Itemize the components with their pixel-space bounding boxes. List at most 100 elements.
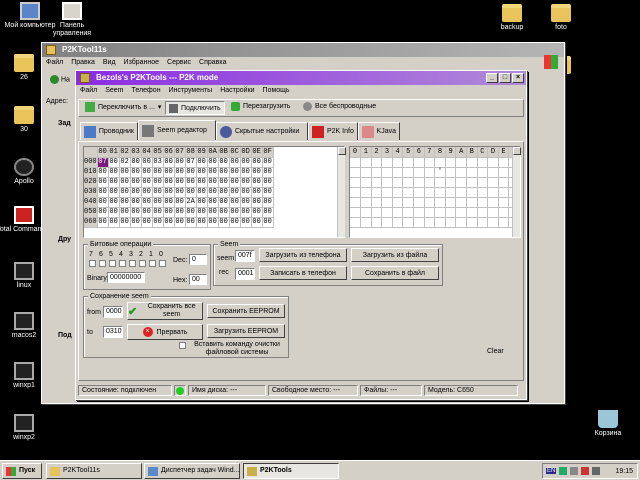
bit-checkbox[interactable] [119, 260, 126, 267]
ascii-cell[interactable] [477, 177, 489, 188]
hex-cell[interactable]: 00 [251, 167, 263, 178]
hex-cell[interactable]: 00 [229, 187, 241, 198]
start-button[interactable]: Пуск [2, 463, 42, 479]
hex-cell[interactable]: 00 [130, 197, 142, 208]
ascii-cell[interactable] [445, 217, 457, 228]
ascii-cell[interactable] [445, 187, 457, 198]
insert-cleanup-checkbox[interactable] [179, 342, 186, 349]
ascii-cell[interactable] [371, 217, 383, 228]
hex-cell[interactable]: 00 [108, 197, 120, 208]
hex-cell[interactable]: 00 [108, 177, 120, 188]
ascii-cell[interactable] [445, 177, 457, 188]
minimize-button[interactable]: _ [486, 73, 498, 83]
ascii-cell[interactable] [477, 197, 489, 208]
hex-cell[interactable]: 00 [108, 167, 120, 178]
hex-cell[interactable]: 00 [196, 217, 208, 228]
ascii-cell[interactable] [498, 177, 510, 188]
hex-cell[interactable]: 00 [185, 167, 197, 178]
ascii-cell[interactable] [466, 187, 478, 198]
hex-cell[interactable]: 00 [207, 157, 219, 168]
explorer-titlebar[interactable]: P2KTool11s [42, 43, 564, 57]
tab-hidden-settings[interactable]: Скрытые настройки [216, 122, 308, 140]
ascii-cell[interactable] [466, 197, 478, 208]
ascii-cell[interactable] [445, 207, 457, 218]
ascii-grid-scrollbar[interactable] [512, 147, 521, 237]
ascii-cell[interactable] [424, 217, 436, 228]
ascii-cell[interactable] [392, 167, 404, 178]
rec-input[interactable]: 0001 [235, 268, 255, 280]
hex-cell[interactable]: 00 [262, 207, 274, 218]
hex-cell[interactable]: 00 [163, 197, 175, 208]
ascii-cell[interactable] [392, 217, 404, 228]
ascii-cell[interactable] [466, 217, 478, 228]
explorer-menu-help[interactable]: Справка [199, 57, 226, 69]
hex-cell[interactable]: 00 [229, 207, 241, 218]
ascii-cell[interactable] [487, 197, 499, 208]
hex-cell[interactable]: 00 [97, 167, 109, 178]
hex-cell[interactable]: 00 [262, 177, 274, 188]
hex-cell[interactable]: 00 [130, 217, 142, 228]
hex-cell[interactable]: 00 [207, 177, 219, 188]
hex-cell[interactable]: 00 [141, 187, 153, 198]
ascii-cell[interactable] [402, 157, 414, 168]
hex-cell[interactable]: 00 [119, 197, 131, 208]
hex-cell[interactable]: 00 [207, 167, 219, 178]
hex-cell[interactable]: 00 [196, 177, 208, 188]
ascii-cell[interactable] [402, 217, 414, 228]
tray-icon[interactable] [559, 467, 568, 475]
hex-cell[interactable]: 00 [141, 217, 153, 228]
hex-grid-scrollbar[interactable] [337, 147, 346, 237]
hex-cell[interactable]: 00 [174, 207, 186, 218]
ascii-cell[interactable] [360, 197, 372, 208]
hex-cell[interactable]: 00 [262, 167, 274, 178]
hex-cell[interactable]: 00 [152, 197, 164, 208]
ascii-cell[interactable] [402, 207, 414, 218]
dec-input[interactable]: 0 [189, 254, 207, 265]
hex-cell[interactable]: 00 [97, 177, 109, 188]
ascii-cell[interactable]: ' [434, 167, 446, 178]
ascii-cell[interactable] [455, 207, 467, 218]
connect-button[interactable]: Подключить [165, 101, 225, 115]
hex-cell[interactable]: 00 [97, 207, 109, 218]
bit-checkbox[interactable] [159, 260, 166, 267]
hex-input[interactable]: 00 [189, 274, 207, 285]
tab-seem-editor[interactable]: Seem редактор [138, 120, 216, 140]
hex-cell[interactable]: 00 [218, 167, 230, 178]
hex-cell[interactable]: 00 [152, 217, 164, 228]
hex-cell[interactable]: 00 [251, 197, 263, 208]
ascii-cell[interactable] [445, 157, 457, 168]
ascii-cell[interactable] [466, 167, 478, 178]
explorer-menu-file[interactable]: Файл [46, 57, 63, 69]
hex-grid[interactable]: 00 01 02 03 04 05 06 07 08 09 0A 0B 0C 0D 0E 0F 000 07 00 0… [83, 146, 345, 238]
ascii-cell[interactable] [350, 187, 362, 198]
hex-cell[interactable]: 00 [130, 167, 142, 178]
ascii-cell[interactable] [477, 187, 489, 198]
hex-cell[interactable]: 00 [207, 187, 219, 198]
ascii-cell[interactable] [402, 187, 414, 198]
ascii-cell[interactable] [350, 197, 362, 208]
ascii-cell[interactable] [498, 207, 510, 218]
menu-seem[interactable]: Seem [105, 85, 123, 97]
ascii-cell[interactable] [360, 157, 372, 168]
ascii-cell[interactable] [466, 207, 478, 218]
hex-cell[interactable]: 00 [163, 157, 175, 168]
hex-cell[interactable]: 00 [108, 207, 120, 218]
ascii-cell[interactable] [350, 207, 362, 218]
menu-file[interactable]: Файл [80, 85, 97, 97]
hex-cell[interactable]: 00 [163, 217, 175, 228]
hex-cell[interactable]: 00 [108, 187, 120, 198]
ascii-cell[interactable] [434, 187, 446, 198]
hex-cell[interactable]: 00 [240, 157, 252, 168]
explorer-menu-edit[interactable]: Правка [71, 57, 95, 69]
ascii-cell[interactable] [413, 177, 425, 188]
volume-icon[interactable] [592, 467, 601, 475]
ascii-cell[interactable] [381, 177, 393, 188]
ascii-cell[interactable] [455, 167, 467, 178]
ascii-cell[interactable] [413, 157, 425, 168]
explorer-menu-tools[interactable]: Сервис [167, 57, 191, 69]
ascii-cell[interactable] [487, 167, 499, 178]
explorer-menu-favorites[interactable]: Избранное [124, 57, 159, 69]
ascii-cell[interactable] [360, 217, 372, 228]
hex-cell[interactable]: 00 [218, 177, 230, 188]
menu-settings[interactable]: Настройки [220, 85, 254, 97]
